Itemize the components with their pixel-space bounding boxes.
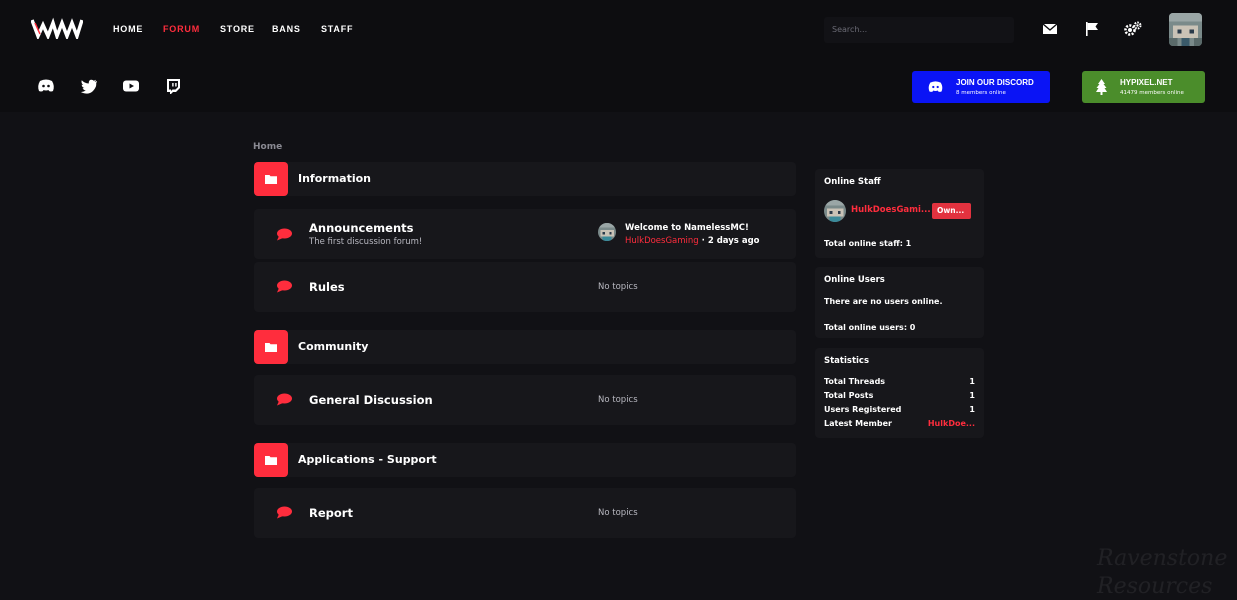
search-input[interactable]: Search...: [824, 17, 1014, 43]
discord-members-online: 8 members online: [956, 90, 1006, 96]
nav-store[interactable]: STORE: [220, 24, 255, 34]
stat-label: Total Posts: [824, 391, 874, 400]
discord-icon: [928, 81, 943, 92]
stat-latest-member: Latest Member HulkDoe...: [824, 419, 975, 428]
role-badge: Own...: [932, 203, 971, 219]
nav-staff[interactable]: STAFF: [321, 24, 353, 34]
watermark-line: Resources: [1097, 574, 1213, 599]
server-ip-button[interactable]: HYPIXEL.NET 41479 members online: [1082, 71, 1205, 103]
category-information[interactable]: Information: [254, 162, 796, 196]
widget-title: Online Users: [824, 275, 885, 285]
user-avatar[interactable]: [1169, 13, 1202, 46]
forum-title[interactable]: Report: [309, 506, 353, 520]
latest-post-time: · 2 days ago: [698, 236, 760, 246]
no-topics-label: No topics: [598, 395, 638, 405]
nav-forum[interactable]: FORUM: [163, 24, 200, 34]
server-address: HYPIXEL.NET: [1120, 78, 1173, 87]
statistics-widget: Statistics Total Threads 1 Total Posts 1…: [815, 348, 984, 438]
twitter-icon[interactable]: [80, 78, 98, 94]
breadcrumb[interactable]: Home: [253, 142, 282, 152]
top-navbar: HOME FORUM STORE BANS STAFF Search...: [0, 0, 1237, 60]
total-online-staff: Total online staff: 1: [824, 239, 912, 248]
chat-bubble-icon: [277, 393, 292, 406]
stat-total-threads: Total Threads 1: [824, 377, 975, 386]
chat-bubble-icon: [277, 228, 292, 241]
no-topics-label: No topics: [598, 508, 638, 518]
folder-icon: [254, 162, 288, 196]
category-title: Applications - Support: [298, 453, 437, 466]
forum-row-rules[interactable]: Rules No topics: [254, 262, 796, 312]
chat-bubble-icon: [277, 280, 292, 293]
forum-title[interactable]: General Discussion: [309, 393, 433, 407]
folder-icon: [254, 330, 288, 364]
category-title: Information: [298, 172, 371, 185]
no-users-message: There are no users online.: [824, 297, 943, 306]
watermark: Ravenstone Resources: [1097, 545, 1227, 600]
forum-title[interactable]: Announcements: [309, 221, 413, 235]
stat-users-registered: Users Registered 1: [824, 405, 975, 414]
forum-description: The first discussion forum!: [309, 237, 423, 247]
site-logo[interactable]: [31, 17, 83, 39]
social-bar: JOIN OUR DISCORD 8 members online HYPIXE…: [0, 60, 1237, 112]
chat-bubble-icon: [277, 506, 292, 519]
nav-bans[interactable]: BANS: [272, 24, 301, 34]
forum-row-announcements[interactable]: Announcements The first discussion forum…: [254, 209, 796, 259]
server-members-online: 41479 members online: [1120, 90, 1184, 96]
stat-total-posts: Total Posts 1: [824, 391, 975, 400]
stat-value: 1: [969, 405, 975, 414]
online-staff-widget: Online Staff HulkDoesGami... Own... Tota…: [815, 169, 984, 258]
online-users-widget: Online Users There are no users online. …: [815, 267, 984, 338]
discord-button-title: JOIN OUR DISCORD: [956, 78, 1034, 87]
latest-post-meta: HulkDoesGaming · 2 days ago: [625, 236, 760, 246]
category-community[interactable]: Community: [254, 330, 796, 364]
nav-home[interactable]: HOME: [113, 24, 143, 34]
forum-title[interactable]: Rules: [309, 280, 345, 294]
widget-title: Statistics: [824, 356, 870, 366]
stat-label: Users Registered: [824, 405, 902, 414]
twitch-icon[interactable]: [164, 78, 182, 94]
forum-row-general-discussion[interactable]: General Discussion No topics: [254, 375, 796, 425]
discord-icon[interactable]: [37, 78, 55, 94]
stat-value: 1: [969, 391, 975, 400]
stat-label: Latest Member: [824, 419, 892, 428]
stat-label: Total Threads: [824, 377, 886, 386]
widget-title: Online Staff: [824, 177, 881, 187]
latest-post-title[interactable]: Welcome to NamelessMC!: [625, 223, 749, 233]
staff-username[interactable]: HulkDoesGami...: [851, 205, 931, 215]
mail-icon[interactable]: [1042, 21, 1058, 37]
gears-icon[interactable]: [1124, 21, 1142, 37]
category-applications-support[interactable]: Applications - Support: [254, 443, 796, 477]
stat-value: 1: [969, 377, 975, 386]
watermark-line: Ravenstone: [1097, 546, 1228, 571]
category-title: Community: [298, 340, 369, 353]
latest-post-author[interactable]: HulkDoesGaming: [625, 236, 699, 246]
latest-post-avatar[interactable]: [598, 223, 616, 241]
no-topics-label: No topics: [598, 282, 638, 292]
latest-member-link[interactable]: HulkDoe...: [928, 419, 975, 428]
staff-avatar[interactable]: [824, 200, 846, 222]
youtube-icon[interactable]: [122, 78, 140, 94]
total-online-users: Total online users: 0: [824, 323, 916, 332]
flag-icon[interactable]: [1084, 21, 1100, 37]
join-discord-button[interactable]: JOIN OUR DISCORD 8 members online: [912, 71, 1050, 103]
forum-row-report[interactable]: Report No topics: [254, 488, 796, 538]
tree-icon: [1096, 79, 1107, 95]
folder-icon: [254, 443, 288, 477]
